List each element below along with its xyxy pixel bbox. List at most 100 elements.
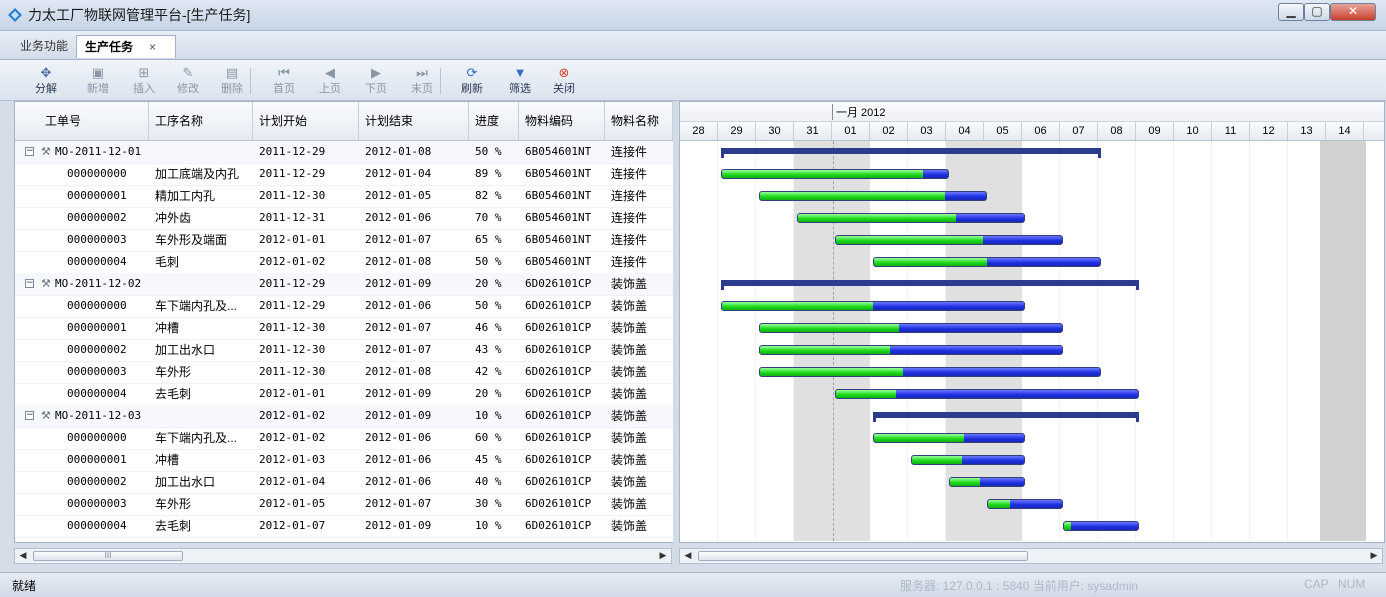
work-order-row[interactable]: − ⚒ MO-2011-12-01 2011-12-29 2012-01-08 50 % 6… xyxy=(15,141,673,164)
operation-row[interactable]: 000000003 车外形 2011-12-30 2012-01-08 42 % 6D02… xyxy=(15,361,673,384)
window-title: 力太工厂物联网管理平台-[生产任务] xyxy=(28,7,251,23)
operation-row[interactable]: 000000004 毛刺 2012-01-02 2012-01-08 50 % 6B054… xyxy=(15,251,673,274)
cell-code: 6D026101CP xyxy=(525,453,592,466)
collapse-icon[interactable]: − xyxy=(25,411,34,420)
cell-progress: 10 % xyxy=(475,519,502,532)
toolbar-label: 末页 xyxy=(411,83,433,95)
gantt-scroll-left-icon[interactable]: ◀ xyxy=(682,550,694,562)
summary-bar[interactable] xyxy=(721,280,1139,290)
cell-id: 000000002 xyxy=(67,475,127,488)
toolbar-prev-page-button[interactable]: ◀ 上页 xyxy=(310,64,350,98)
task-bar[interactable] xyxy=(721,169,949,179)
operation-row[interactable]: 000000001 冲槽 2011-12-30 2012-01-07 46 % 6D026… xyxy=(15,317,673,340)
task-bar[interactable] xyxy=(949,477,1025,487)
operation-row[interactable]: 000000001 精加工内孔 2011-12-30 2012-01-05 82 % 6B… xyxy=(15,185,673,208)
operation-row[interactable]: 000000004 去毛刺 2012-01-07 2012-01-09 10 % 6D02… xyxy=(15,515,673,538)
grid-hscrollbar[interactable]: ◀ III ▶ xyxy=(14,548,672,564)
gantt-hscrollbar[interactable]: ◀ ▶ xyxy=(679,548,1383,564)
maximize-button[interactable]: ▢ xyxy=(1304,3,1330,21)
cell-progress: 65 % xyxy=(475,233,502,246)
operation-row[interactable]: 000000000 加工底端及内孔 2011-12-29 2012-01-04 89 %… xyxy=(15,163,673,186)
weekend-band xyxy=(794,141,870,541)
toolbar-edit-button[interactable]: ✎ 修改 xyxy=(168,64,208,98)
task-bar[interactable] xyxy=(873,257,1101,267)
cell-id: MO-2011-12-01 xyxy=(55,145,142,158)
toolbar-add-button[interactable]: ▣ 新增 xyxy=(78,64,118,98)
operation-row[interactable]: 000000002 加工出水口 2012-01-04 2012-01-06 40 % 6D… xyxy=(15,471,673,494)
toolbar-refresh-button[interactable]: ⟳ 刷新 xyxy=(452,64,492,98)
scroll-left-icon[interactable]: ◀ xyxy=(17,550,29,562)
task-bar[interactable] xyxy=(759,191,987,201)
task-bar[interactable] xyxy=(759,367,1101,377)
cell-id: 000000004 xyxy=(67,387,127,400)
scroll-right-icon[interactable]: ▶ xyxy=(657,550,669,562)
task-bar[interactable] xyxy=(759,323,1063,333)
tab-close-icon[interactable]: × xyxy=(149,40,156,54)
operation-row[interactable]: 000000000 车下端内孔及... 2012-01-02 2012-01-06 60… xyxy=(15,427,673,450)
column-header[interactable]: 工单号 xyxy=(15,102,149,140)
work-order-row[interactable]: − ⚒ MO-2011-12-02 2011-12-29 2012-01-09 20 % 6… xyxy=(15,273,673,296)
cell-code: 6D026101CP xyxy=(525,475,592,488)
toolbar-split-button[interactable]: ✥ 分解 xyxy=(26,64,66,98)
task-bar[interactable] xyxy=(759,345,1063,355)
gantt-chart: 一月 2012 28 29 30 31 01 02 03 04 05 06 07 08 09 10 11 12… xyxy=(679,101,1385,543)
task-bar[interactable] xyxy=(721,301,1025,311)
operation-row[interactable]: 000000002 加工出水口 2011-12-30 2012-01-07 43 % 6D… xyxy=(15,339,673,362)
task-bar[interactable] xyxy=(873,433,1025,443)
close-circle-icon: ⊗ xyxy=(558,65,570,80)
work-order-row[interactable]: − ⚒ MO-2011-12-03 2012-01-02 2012-01-09 10 % 6… xyxy=(15,405,673,428)
minimize-button[interactable]: ▁ xyxy=(1278,3,1304,21)
operation-row[interactable]: 000000000 车下端内孔及... 2011-12-29 2012-01-06 50… xyxy=(15,295,673,318)
toolbar-last-page-button[interactable]: ⏭ 末页 xyxy=(402,64,442,98)
cell-start: 2011-12-30 xyxy=(259,321,326,334)
toolbar-close-circle-button[interactable]: ⊗ 关闭 xyxy=(544,64,584,98)
toolbar-insert-button[interactable]: ⊞ 插入 xyxy=(124,64,164,98)
gantt-scroll-right-icon[interactable]: ▶ xyxy=(1368,550,1380,562)
cell-name: 加工底端及内孔 xyxy=(155,167,240,181)
pane-splitter[interactable] xyxy=(673,101,678,567)
summary-bar[interactable] xyxy=(873,412,1139,422)
summary-bar[interactable] xyxy=(721,148,1101,158)
column-header[interactable]: 工序名称 xyxy=(149,102,253,140)
toolbar-filter-button[interactable]: ▼ 筛选 xyxy=(500,64,540,98)
tab-business-functions[interactable]: 业务功能 xyxy=(12,35,76,58)
toolbar-first-page-button[interactable]: ⏮ 首页 xyxy=(264,64,304,98)
task-grid: 工单号 工序名称 计划开始 计划结束 进度 物料编码 物料名称 − ⚒ MO-2011-12-0… xyxy=(14,101,674,543)
cell-material: 装饰盖 xyxy=(611,299,648,313)
operation-row[interactable]: 000000002 冲外齿 2011-12-31 2012-01-06 70 % 6B05… xyxy=(15,207,673,230)
operation-row[interactable]: 000000004 去毛刺 2012-01-01 2012-01-09 20 % 6D02… xyxy=(15,383,673,406)
task-bar[interactable] xyxy=(1063,521,1139,531)
gantt-scroll-thumb[interactable] xyxy=(698,551,1028,561)
toolbar-label: 新增 xyxy=(87,83,109,95)
column-header[interactable]: 计划结束 xyxy=(359,102,469,140)
cell-start: 2012-01-02 xyxy=(259,255,326,268)
cell-name: 车外形及端面 xyxy=(155,233,228,247)
collapse-icon[interactable]: − xyxy=(25,279,34,288)
grid-scroll-thumb[interactable]: III xyxy=(33,551,183,561)
cell-progress: 20 % xyxy=(475,277,502,290)
task-bar[interactable] xyxy=(987,499,1063,509)
task-bar[interactable] xyxy=(797,213,1025,223)
cell-material: 连接件 xyxy=(611,189,648,203)
task-progress-fill xyxy=(798,214,957,222)
column-header[interactable]: 计划开始 xyxy=(253,102,359,140)
cell-id: 000000001 xyxy=(67,189,127,202)
collapse-icon[interactable]: − xyxy=(25,147,34,156)
toolbar-label: 筛选 xyxy=(509,83,531,95)
window-close-button[interactable]: ✕ xyxy=(1330,3,1376,21)
task-progress-fill xyxy=(836,236,983,244)
column-header[interactable]: 物料编码 xyxy=(519,102,605,140)
cell-progress: 20 % xyxy=(475,387,502,400)
column-header[interactable]: 进度 xyxy=(469,102,519,140)
operation-row[interactable]: 000000003 车外形 2012-01-05 2012-01-07 30 % 6D02… xyxy=(15,493,673,516)
task-bar[interactable] xyxy=(911,455,1025,465)
column-header[interactable]: 物料名称 xyxy=(605,102,673,140)
operation-row[interactable]: 000000001 冲槽 2012-01-03 2012-01-06 45 % 6D026… xyxy=(15,449,673,472)
wrench-icon: ⚒ xyxy=(41,409,51,422)
toolbar-next-page-button[interactable]: ▶ 下页 xyxy=(356,64,396,98)
toolbar-delete-button[interactable]: ▤ 删除 xyxy=(212,64,252,98)
task-bar[interactable] xyxy=(835,235,1063,245)
tab-production-tasks[interactable]: 生产任务 × xyxy=(76,35,176,58)
operation-row[interactable]: 000000003 车外形及端面 2012-01-01 2012-01-07 65 % 6… xyxy=(15,229,673,252)
task-bar[interactable] xyxy=(835,389,1139,399)
